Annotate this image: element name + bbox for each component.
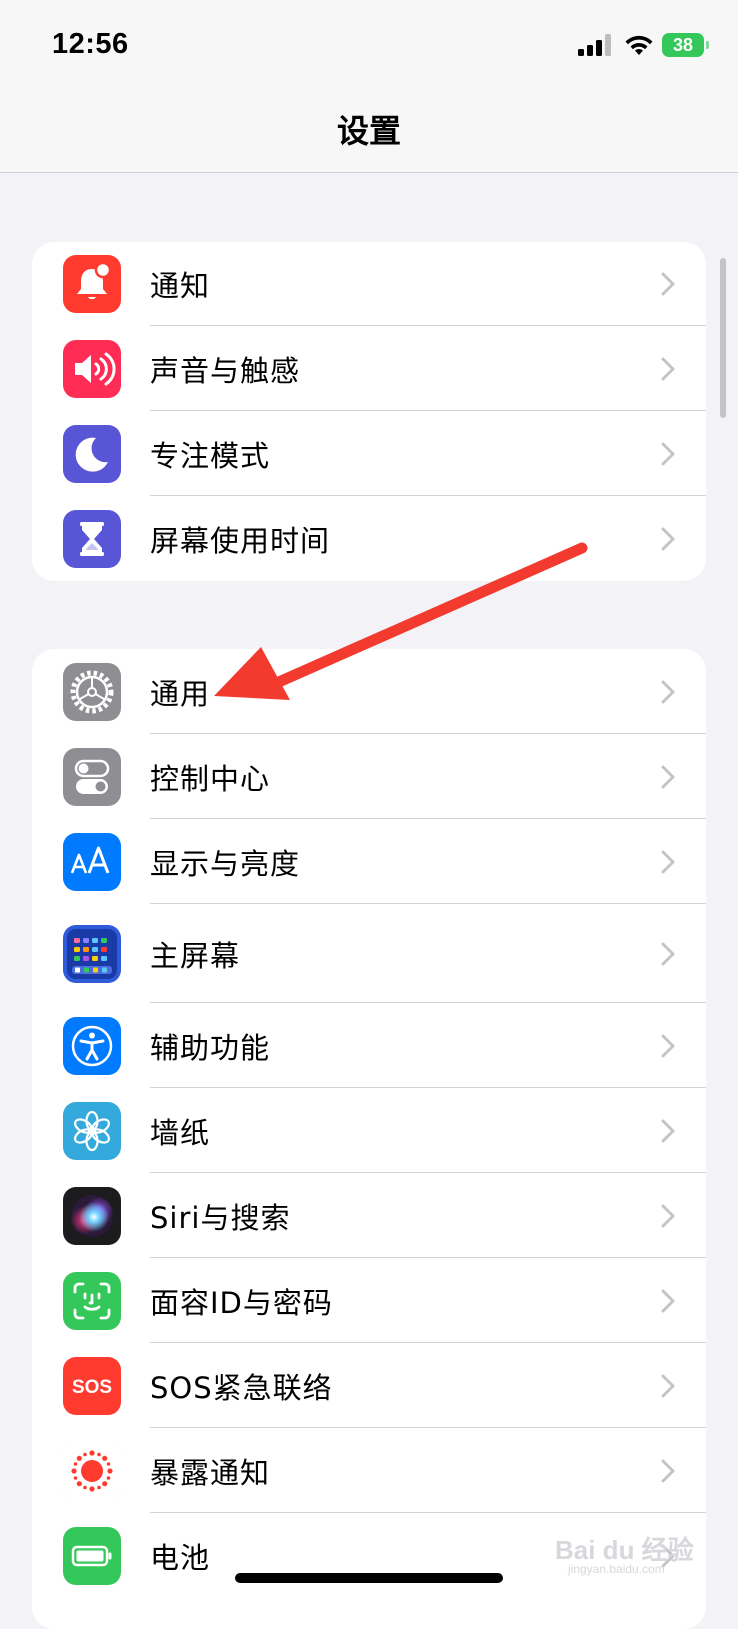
settings-row-face-id[interactable]: 面容ID与密码 — [32, 1258, 706, 1343]
settings-row-notifications[interactable]: 通知 — [32, 242, 706, 326]
face-id-icon — [63, 1271, 121, 1330]
settings-row-emergency-sos[interactable]: SOS SOS紧急联络 — [32, 1343, 706, 1428]
chevron-right-icon — [661, 442, 675, 465]
row-label: 屏幕使用时间 — [150, 523, 331, 558]
chevron-right-icon — [661, 272, 675, 296]
page-title: 设置 — [336, 112, 401, 150]
row-label: Siri与搜索 — [150, 1200, 291, 1235]
status-time: 12:56 — [52, 28, 129, 60]
gear-icon — [63, 662, 121, 721]
chevron-right-icon — [661, 1459, 675, 1482]
text-size-icon — [63, 832, 121, 891]
speaker-icon — [63, 339, 121, 398]
row-label: 电池 — [150, 1540, 211, 1575]
settings-row-general[interactable]: 通用 — [32, 649, 706, 734]
row-label: 声音与触感 — [150, 353, 301, 388]
settings-row-display[interactable]: 显示与亮度 — [32, 819, 706, 904]
row-label: 面容ID与密码 — [150, 1285, 333, 1320]
chevron-right-icon — [661, 1119, 675, 1142]
row-label: 辅助功能 — [150, 1030, 271, 1065]
chevron-right-icon — [661, 1034, 675, 1057]
siri-icon — [63, 1186, 121, 1245]
flower-icon — [63, 1101, 121, 1160]
status-bar: 12:56 38 — [0, 0, 738, 90]
wifi-icon — [625, 35, 653, 55]
chevron-right-icon — [661, 1374, 675, 1397]
sos-icon: SOS — [63, 1356, 121, 1415]
scroll-indicator[interactable] — [720, 258, 726, 418]
chevron-right-icon — [661, 850, 675, 873]
home-indicator[interactable] — [235, 1573, 503, 1583]
settings-row-focus[interactable]: 专注模式 — [32, 411, 706, 496]
hourglass-icon — [63, 509, 121, 568]
chevron-right-icon — [661, 1204, 675, 1227]
watermark-url: jingyan.baidu.com — [568, 1562, 665, 1576]
battery-tip — [706, 41, 709, 49]
row-label: 控制中心 — [150, 761, 271, 796]
row-label: 显示与亮度 — [150, 846, 301, 881]
settings-row-wallpaper[interactable]: 墙纸 — [32, 1088, 706, 1173]
sos-icon-text: SOS — [72, 1377, 112, 1398]
exposure-icon — [63, 1441, 121, 1500]
chevron-right-icon — [661, 680, 675, 703]
home-grid-icon — [63, 924, 121, 983]
chevron-right-icon — [661, 765, 675, 788]
row-label: 主屏幕 — [150, 938, 241, 973]
settings-group-1: 通知 声音与触感 专注模式 屏幕使用时间 — [32, 242, 706, 581]
settings-group-2: 通用 控制中心 显示与亮度 主屏幕 辅助功能 墙纸 Siri与搜索 面容ID与密… — [32, 649, 706, 1629]
battery-icon — [63, 1526, 121, 1585]
settings-row-control-center[interactable]: 控制中心 — [32, 734, 706, 819]
toggles-icon — [63, 747, 121, 806]
row-label: 专注模式 — [150, 438, 271, 473]
battery-level: 38 — [662, 33, 704, 57]
settings-row-siri[interactable]: Siri与搜索 — [32, 1173, 706, 1258]
battery-indicator: 38 — [662, 33, 710, 59]
settings-row-exposure-notifications[interactable]: 暴露通知 — [32, 1428, 706, 1513]
settings-row-sounds[interactable]: 声音与触感 — [32, 326, 706, 411]
settings-row-home-screen[interactable]: 主屏幕 — [32, 904, 706, 1003]
moon-icon — [63, 424, 121, 483]
row-label: 通用 — [150, 676, 211, 711]
cellular-signal-icon — [578, 34, 611, 56]
chevron-right-icon — [661, 942, 675, 965]
chevron-right-icon — [661, 1289, 675, 1312]
row-label: 通知 — [150, 269, 211, 303]
row-label: SOS紧急联络 — [150, 1370, 333, 1405]
chevron-right-icon — [661, 357, 675, 380]
row-label: 墙纸 — [150, 1115, 211, 1150]
bell-icon — [63, 255, 121, 313]
row-label: 暴露通知 — [150, 1455, 271, 1490]
accessibility-icon — [63, 1016, 121, 1075]
settings-row-screen-time[interactable]: 屏幕使用时间 — [32, 496, 706, 581]
settings-row-accessibility[interactable]: 辅助功能 — [32, 1003, 706, 1088]
chevron-right-icon — [661, 527, 675, 550]
